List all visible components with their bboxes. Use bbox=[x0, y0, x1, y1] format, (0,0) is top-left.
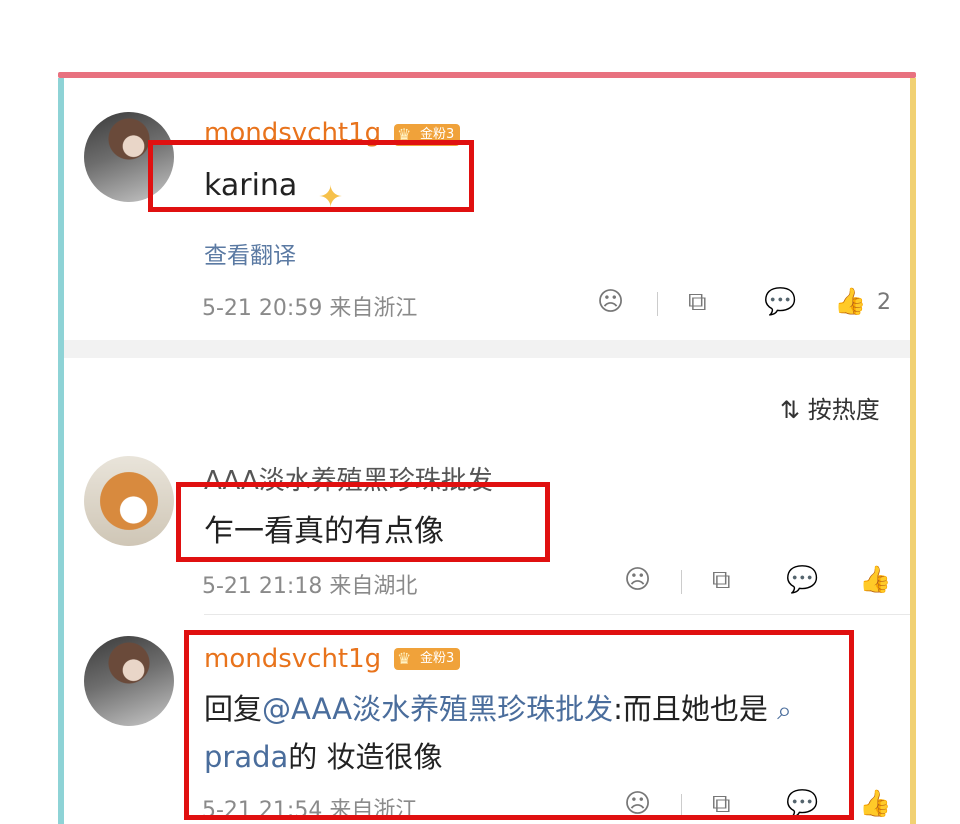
like-icon[interactable]: 👍 bbox=[859, 565, 891, 595]
separator bbox=[681, 570, 682, 594]
dislike-icon[interactable]: ☹ bbox=[624, 565, 651, 595]
annotation-box bbox=[176, 482, 550, 562]
comment-list: mondsvcht1g ♛ 金粉3 karina ✦ 查看翻译 5-21 20:5… bbox=[64, 78, 910, 824]
like-icon[interactable]: 👍 bbox=[859, 789, 891, 819]
share-icon[interactable]: ⧉ bbox=[688, 287, 707, 317]
translate-link[interactable]: 查看翻译 bbox=[204, 236, 296, 270]
like-count: 2 bbox=[877, 290, 891, 315]
frame-right-border bbox=[910, 78, 916, 824]
separator bbox=[657, 292, 658, 316]
annotation-box bbox=[184, 630, 854, 820]
comment-icon[interactable]: 💬 bbox=[764, 287, 796, 317]
comment-meta: 5-21 21:18 来自湖北 bbox=[202, 574, 418, 599]
sort-label: 按热度 bbox=[807, 396, 880, 424]
comment-divider bbox=[204, 614, 910, 615]
sort-icon: ⇅ bbox=[780, 396, 801, 424]
avatar[interactable] bbox=[84, 636, 174, 726]
section-divider bbox=[64, 340, 910, 358]
annotation-box bbox=[148, 140, 474, 212]
comment-icon[interactable]: 💬 bbox=[786, 565, 818, 595]
like-icon[interactable]: 👍 bbox=[834, 287, 866, 317]
avatar[interactable] bbox=[84, 456, 174, 546]
comment-meta: 5-21 20:59 来自浙江 bbox=[202, 296, 418, 321]
share-icon[interactable]: ⧉ bbox=[712, 565, 731, 595]
sort-button[interactable]: ⇅ 按热度 bbox=[780, 390, 880, 425]
dislike-icon[interactable]: ☹ bbox=[597, 287, 624, 317]
